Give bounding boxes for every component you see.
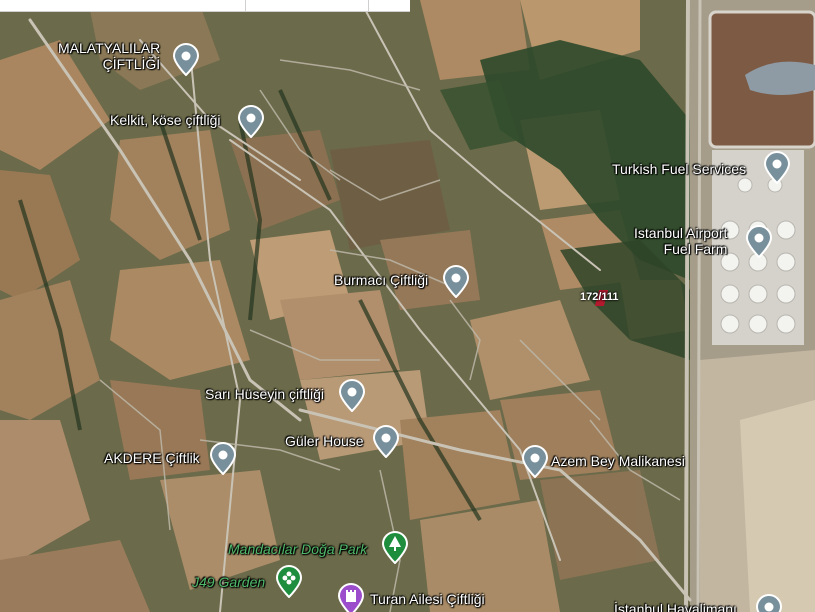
map-terrain — [0, 0, 815, 612]
place-label-line: Istanbul Airport — [634, 225, 728, 241]
place-label-line: MALATYALILAR — [58, 40, 161, 56]
place-label-line: Fuel Farm — [663, 241, 728, 257]
place-label-line: Turan Ailesi Çiftliği — [370, 591, 485, 607]
place-label-akdere[interactable]: AKDERE Çiftlik — [104, 450, 200, 466]
map-pin-icon[interactable] — [236, 104, 266, 138]
panel-divider — [368, 0, 369, 11]
place-label-istanbul-havalimani[interactable]: İstanbul Havalimanı — [614, 601, 737, 612]
top-panel-strip — [0, 0, 410, 12]
place-label-line: J49 Garden — [192, 574, 266, 590]
map-pin-icon[interactable] — [171, 42, 201, 76]
place-label-line: Mandacılar Doğa Park — [228, 541, 368, 557]
map-pin-icon[interactable] — [441, 264, 471, 298]
place-label-line: Azem Bey Malikanesi — [551, 453, 685, 469]
place-label-kelkit[interactable]: Kelkit, köse çiftliği — [110, 112, 220, 128]
place-label-istanbul-airport-fuel[interactable]: Istanbul Airport Fuel Farm — [634, 225, 727, 257]
place-label-azem-bey[interactable]: Azem Bey Malikanesi — [551, 453, 685, 469]
place-label-line: Güler House — [285, 433, 364, 449]
place-label-line: Burmacı Çiftliği — [334, 272, 429, 288]
map-pin-icon[interactable] — [520, 444, 550, 478]
place-label-line: AKDERE Çiftlik — [104, 450, 200, 466]
map-pin-icon[interactable] — [754, 593, 784, 612]
place-label-burmaci[interactable]: Burmacı Çiftliği — [334, 272, 428, 288]
place-label-line: Turkish Fuel Services — [612, 161, 747, 177]
tree-icon[interactable] — [380, 530, 410, 564]
place-label-guler-house[interactable]: Güler House — [285, 433, 364, 449]
place-label-line: Kelkit, köse çiftliği — [110, 112, 221, 128]
map-pin-icon[interactable] — [208, 441, 238, 475]
map-pin-icon[interactable] — [371, 424, 401, 458]
place-label-line: ÇİFTLİĞİ — [102, 56, 161, 72]
map-pin-icon[interactable] — [337, 378, 367, 412]
place-label-sari-huseyin[interactable]: Sarı Hüseyin çiftliği — [205, 386, 324, 402]
panel-divider — [245, 0, 246, 11]
place-label-turan-ailesi[interactable]: Turan Ailesi Çiftliği — [370, 591, 485, 607]
flower-icon[interactable] — [274, 564, 304, 598]
place-label-j49-garden[interactable]: J49 Garden — [192, 574, 265, 590]
map-pin-icon[interactable] — [744, 224, 774, 258]
parcel-label: 172/111 — [580, 291, 619, 303]
satellite-map[interactable]: MALATYALILAR ÇİFTLİĞİ Kelkit, köse çiftliğ… — [0, 0, 815, 612]
place-label-mandacilar[interactable]: Mandacılar Doğa Park — [228, 541, 367, 557]
place-label-malatyalilar[interactable]: MALATYALILAR ÇİFTLİĞİ — [58, 40, 160, 72]
place-label-turkish-fuel[interactable]: Turkish Fuel Services — [612, 161, 746, 177]
map-pin-icon[interactable] — [762, 150, 792, 184]
place-label-line: İstanbul Havalimanı — [614, 601, 737, 612]
castle-icon[interactable] — [336, 582, 366, 612]
place-label-line: Sarı Hüseyin çiftliği — [205, 386, 325, 402]
